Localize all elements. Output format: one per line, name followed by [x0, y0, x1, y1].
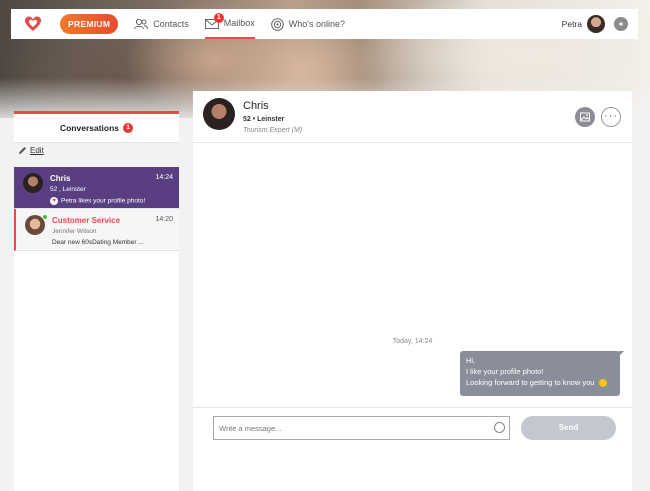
edit-label: Edit: [30, 146, 44, 155]
user-menu[interactable]: Petra: [562, 15, 638, 33]
edit-button[interactable]: Edit: [18, 146, 44, 155]
conversation-item-customer-service[interactable]: Customer Service 14:20 Jennifer Wilson D…: [14, 209, 179, 251]
emoji-picker-icon[interactable]: [494, 422, 505, 433]
chat-header: Chris 52 • Leinster Tourism Expert (M) ·…: [193, 91, 632, 143]
tab-conversations-label: Conversations: [59, 123, 120, 133]
nav-contacts-label: Contacts: [153, 19, 189, 29]
message-input[interactable]: Write a message...: [213, 416, 510, 440]
message-line-text: Looking forward to getting to know you: [466, 378, 595, 387]
nav-whos-online-label: Who's online?: [288, 19, 346, 29]
logo-heart-icon[interactable]: [24, 15, 42, 33]
smiley-icon: [598, 379, 607, 388]
contacts-icon: [134, 18, 149, 30]
user-avatar[interactable]: [587, 15, 605, 33]
message-bubble: Hi, I like your profile photo! Looking f…: [460, 351, 624, 396]
message-composer: Write a message... Send: [193, 407, 632, 440]
nav-mailbox-label: Mailbox: [223, 18, 255, 28]
online-radar-icon: [270, 17, 284, 31]
chat-partner-name[interactable]: Chris: [243, 100, 269, 112]
conversation-time: 14:20: [155, 216, 173, 223]
message-line: Looking forward to getting to know you: [466, 377, 614, 388]
conversation-time: 14:24: [155, 174, 173, 181]
send-photo-button[interactable]: [575, 107, 595, 127]
conversation-item-chris[interactable]: Chris 14:24 52 , Leinster ♥ Petra likes y…: [14, 167, 179, 209]
conversations-count-badge: 1: [123, 123, 134, 133]
online-status-icon: [42, 214, 48, 220]
premium-button[interactable]: PREMIUM: [60, 14, 119, 34]
conversation-preview-text: Petra likes your profile photo!: [61, 197, 146, 205]
chat-partner-job: Tourism Expert (M): [243, 127, 303, 134]
tab-conversations[interactable]: Conversations 1: [14, 111, 179, 143]
conversation-name: Customer Service: [52, 216, 121, 225]
chris-avatar: [23, 173, 43, 193]
conversation-preview: Dear new 60sDating Member ...: [52, 239, 144, 246]
conversation-list: Chris 14:24 52 , Leinster ♥ Petra likes y…: [14, 167, 179, 491]
top-navigation: PREMIUM Contacts 1 Mailbox Who's online?…: [11, 9, 638, 39]
chat-partner-info: 52 • Leinster: [243, 116, 285, 123]
photo-icon: [580, 112, 590, 122]
conversation-subtitle: 52 , Leinster: [50, 186, 86, 193]
chat-partner-avatar[interactable]: [203, 98, 235, 130]
send-button[interactable]: Send: [521, 416, 616, 440]
conversation-preview: ♥ Petra likes your profile photo!: [50, 197, 145, 205]
visitors-eye-icon[interactable]: [614, 17, 628, 31]
conversation-subtitle: Jennifer Wilson: [52, 228, 97, 235]
user-name: Petra: [561, 19, 582, 29]
nav-mailbox[interactable]: 1 Mailbox: [204, 9, 255, 39]
heart-icon: ♥: [50, 197, 58, 205]
message-line: I like your profile photo!: [466, 367, 544, 376]
chat-panel: Chris 52 • Leinster Tourism Expert (M) ·…: [193, 91, 632, 491]
conversation-name: Chris: [50, 174, 71, 183]
nav-contacts[interactable]: Contacts: [134, 9, 189, 39]
message-date-divider: Today, 14:24: [392, 338, 433, 345]
nav-whos-online[interactable]: Who's online?: [270, 9, 346, 39]
more-options-button[interactable]: ···: [601, 107, 621, 127]
message-line: Hi,: [466, 356, 476, 365]
mailbox-badge: 1: [213, 13, 224, 23]
pencil-icon: [19, 147, 26, 154]
